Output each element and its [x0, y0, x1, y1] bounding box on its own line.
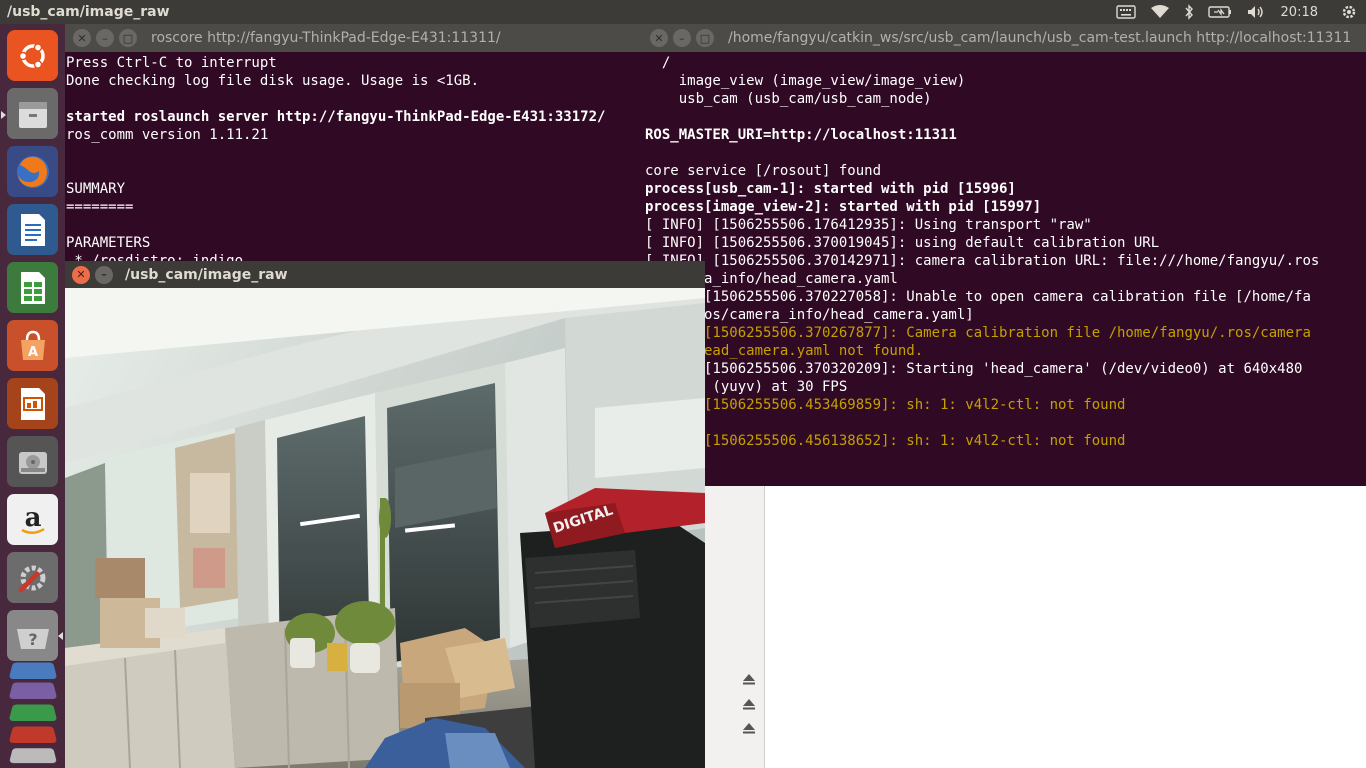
launch-terminal-window[interactable]: ✕ – □ /home/fangyu/catkin_ws/src/usb_cam… [645, 24, 1366, 486]
terminal-line: Press Ctrl-C to interrupt [66, 55, 277, 71]
terminal-line: SUMMARY [66, 181, 126, 197]
terminal-line: a_info/head_camera.yaml [645, 271, 898, 287]
terminal-line: [ INFO] [1506255506.370019045]: using de… [645, 235, 1160, 251]
clock[interactable]: 20:18 [1273, 5, 1334, 20]
minimize-button[interactable]: – [96, 29, 114, 47]
terminal-line: process[image_view-2]: started with pid … [645, 199, 1042, 215]
roscore-window-title: roscore http://fangyu-ThinkPad-Edge-E431… [151, 30, 501, 46]
firefox-icon[interactable] [7, 146, 58, 197]
camera-image[interactable]: DIGITAL [65, 288, 705, 768]
terminal-line: ros_comm version 1.11.21 [66, 127, 269, 143]
terminal-line: [1506255506.370227058]: Unable to open c… [645, 289, 1311, 305]
terminal-line: image_view (image_view/image_view) [645, 73, 966, 89]
terminal-line: core service [/rosout] found [645, 163, 882, 179]
eject-icon[interactable] [742, 672, 756, 686]
close-button[interactable]: ✕ [650, 29, 668, 47]
terminal-line: [1506255506.453469859]: sh: 1: v4l2-ctl:… [645, 397, 1126, 413]
terminal-line: usb_cam (usb_cam/usb_cam_node) [645, 91, 932, 107]
background-app-sidebar [705, 486, 765, 768]
terminal-line: ROS_MASTER_URI=http://localhost:11311 [645, 127, 957, 143]
background-app-content [705, 486, 1366, 768]
terminal-line: process[usb_cam-1]: started with pid [15… [645, 181, 1016, 197]
running-indicator [1, 111, 6, 119]
active-window-title: /usb_cam/image_raw [7, 4, 170, 20]
minimize-button[interactable]: – [95, 265, 113, 284]
calc-icon[interactable] [7, 262, 58, 313]
roscore-terminal-window[interactable]: ✕ – □ roscore http://fangyu-ThinkPad-Edg… [65, 24, 645, 262]
impress-icon[interactable] [7, 378, 58, 429]
maximize-button[interactable]: □ [119, 29, 137, 47]
battery-icon[interactable] [1201, 0, 1239, 24]
eject-icon[interactable] [742, 697, 756, 711]
image-view-window-title: /usb_cam/image_raw [125, 266, 288, 283]
terminal-line: [ INFO] [1506255506.176412935]: Using tr… [645, 217, 1092, 233]
image-view-titlebar[interactable]: ✕ – /usb_cam/image_raw [65, 261, 705, 288]
terminal-line: [1506255506.370320209]: Starting 'head_c… [645, 361, 1303, 377]
amazon-icon[interactable]: a [7, 494, 58, 545]
roscore-titlebar[interactable]: ✕ – □ roscore http://fangyu-ThinkPad-Edg… [65, 24, 645, 52]
image-view-window[interactable]: ✕ – /usb_cam/image_raw DIGITAL [65, 261, 705, 768]
terminal-line: / [645, 55, 671, 71]
svg-text:a: a [24, 503, 41, 533]
launcher-overflow-stack[interactable] [7, 660, 58, 768]
minimize-button[interactable]: – [673, 29, 691, 47]
files-icon[interactable] [7, 88, 58, 139]
bluetooth-icon[interactable] [1177, 0, 1201, 24]
svg-text:A: A [27, 345, 37, 360]
terminal-line: ros/camera_info/head_camera.yaml] [645, 307, 974, 323]
launcher: A a ? [0, 24, 65, 768]
terminal-line: started roslaunch server http://fangyu-T… [66, 109, 606, 125]
disks-icon[interactable] [7, 436, 58, 487]
terminal-line: head_camera.yaml not found. [645, 343, 924, 359]
power-gear-icon[interactable] [1334, 0, 1366, 24]
terminal-line: [1506255506.370267877]: Camera calibrati… [645, 325, 1311, 341]
software-center-icon[interactable]: A [7, 320, 58, 371]
wifi-icon[interactable] [1143, 0, 1177, 24]
svg-text:?: ? [28, 630, 37, 649]
help-icon[interactable]: ? [7, 610, 58, 661]
launch-window-title: /home/fangyu/catkin_ws/src/usb_cam/launc… [728, 30, 1352, 46]
volume-icon[interactable] [1239, 0, 1273, 24]
terminal-line: ======== [66, 199, 134, 215]
maximize-button[interactable]: □ [696, 29, 714, 47]
launch-terminal-output[interactable]: / image_view (image_view/image_view) usb… [645, 52, 1366, 450]
close-button[interactable]: ✕ [73, 29, 91, 47]
eject-icon[interactable] [742, 721, 756, 735]
terminal-line: [1506255506.456138652]: sh: 1: v4l2-ctl:… [645, 433, 1126, 449]
active-indicator [58, 632, 63, 640]
terminal-line: p (yuyv) at 30 FPS [645, 379, 848, 395]
keyboard-icon[interactable] [1109, 0, 1143, 24]
writer-icon[interactable] [7, 204, 58, 255]
ubuntu-dash-icon[interactable] [7, 30, 58, 81]
roscore-terminal-output[interactable]: Press Ctrl-C to interrupt Done checking l… [65, 52, 645, 262]
launch-titlebar[interactable]: ✕ – □ /home/fangyu/catkin_ws/src/usb_cam… [645, 24, 1366, 52]
terminal-line: [ INFO] [1506255506.370142971]: camera c… [645, 253, 1320, 269]
terminal-line: PARAMETERS [66, 235, 151, 251]
system-settings-icon[interactable] [7, 552, 58, 603]
indicator-area: 20:18 [1109, 0, 1366, 24]
terminal-line: Done checking log file disk usage. Usage… [66, 73, 480, 89]
top-panel: /usb_cam/image_raw 20:18 [0, 0, 1366, 24]
close-button[interactable]: ✕ [72, 265, 90, 284]
